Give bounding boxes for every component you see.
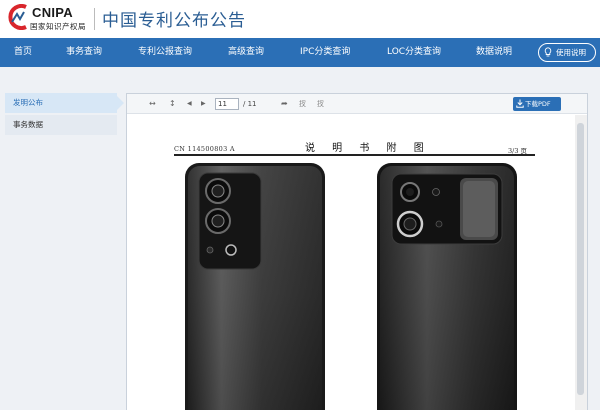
logo-text: CNIPA bbox=[32, 5, 73, 20]
nav-item-loc-query[interactable]: LOC分类查询 bbox=[387, 38, 441, 67]
download-icon bbox=[516, 99, 524, 108]
sidebar: 发明公布 事务数据 bbox=[5, 93, 124, 135]
nav-item-ipc-query[interactable]: IPC分类查询 bbox=[300, 38, 350, 67]
nav-item-home[interactable]: 首页 bbox=[14, 38, 32, 67]
sidebar-item-affairs-data[interactable]: 事务数据 bbox=[5, 115, 117, 135]
lightbulb-icon bbox=[544, 47, 552, 57]
download-pdf-button[interactable]: 下载PDF bbox=[513, 97, 561, 111]
nav-item-data-notes[interactable]: 数据说明 bbox=[476, 38, 512, 67]
phone-back-left bbox=[185, 163, 325, 410]
header: CNIPA 国家知识产权局 中国专利公布公告 bbox=[0, 0, 600, 38]
nav-item-affairs-query[interactable]: 事务查询 bbox=[66, 38, 102, 67]
scrollbar-thumb[interactable] bbox=[577, 123, 584, 395]
rotate-right-icon[interactable]: 扠 bbox=[317, 97, 324, 111]
patent-drawing bbox=[185, 163, 517, 410]
cnipa-emblem-icon bbox=[8, 4, 27, 30]
logo-divider bbox=[94, 8, 95, 30]
fit-width-icon[interactable]: ↔ bbox=[149, 97, 156, 111]
download-label: 下载PDF bbox=[525, 100, 551, 108]
cnipa-logo[interactable]: CNIPA 国家知识产权局 bbox=[6, 4, 96, 34]
nav-item-advanced-query[interactable]: 高级查询 bbox=[228, 38, 264, 67]
pdf-viewer: ↔ ↕ ◀ ▶ 11 / 11 ➦ 扠 扠 下载PDF CN 114500803… bbox=[126, 93, 588, 410]
prev-page-icon[interactable]: ◀ bbox=[187, 97, 192, 111]
vertical-scrollbar[interactable] bbox=[575, 115, 587, 410]
phone-back-right bbox=[377, 163, 517, 410]
next-page-icon[interactable]: ▶ bbox=[201, 97, 206, 111]
logo-subtext: 国家知识产权局 bbox=[30, 22, 86, 31]
help-label: 使用说明 bbox=[556, 48, 586, 57]
fit-height-icon[interactable]: ↕ bbox=[169, 97, 176, 111]
rotate-left-icon[interactable]: 扠 bbox=[299, 97, 306, 111]
page-total: / 11 bbox=[243, 100, 257, 108]
site-title: 中国专利公布公告 bbox=[102, 11, 246, 31]
main-nav: 首页 事务查询 专利公报查询 高级查询 IPC分类查询 LOC分类查询 数据说明… bbox=[0, 38, 600, 67]
page-number-input[interactable]: 11 bbox=[215, 98, 239, 110]
help-button[interactable]: 使用说明 bbox=[538, 43, 596, 62]
viewer-toolbar: ↔ ↕ ◀ ▶ 11 / 11 ➦ 扠 扠 下载PDF bbox=[127, 94, 587, 114]
share-icon[interactable]: ➦ bbox=[281, 97, 288, 111]
document-page: CN 114500803 A 说 明 书 附 图 3/3 页 bbox=[127, 115, 575, 410]
sidebar-item-invention-publication[interactable]: 发明公布 bbox=[5, 93, 124, 113]
nav-item-gazette-query[interactable]: 专利公报查询 bbox=[138, 38, 192, 67]
